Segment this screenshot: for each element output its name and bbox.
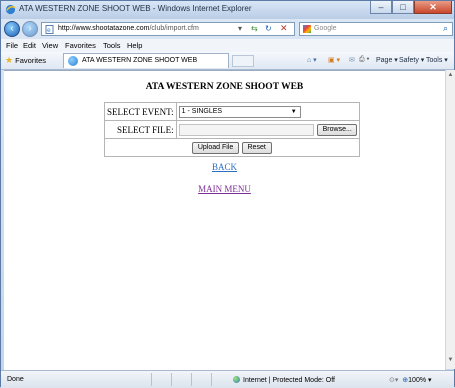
window-controls: – □ ✕ <box>370 1 452 15</box>
select-file-label: SELECT FILE: <box>104 120 177 139</box>
event-cell: 1 - SINGLES ▼ <box>175 102 360 121</box>
scroll-down-icon[interactable]: ▼ <box>446 357 455 367</box>
tab-title: ATA WESTERN ZONE SHOOT WEB <box>82 57 198 64</box>
new-tab-button[interactable] <box>232 55 254 67</box>
tab-active[interactable]: ATA WESTERN ZONE SHOOT WEB <box>63 53 229 68</box>
file-path-input[interactable] <box>178 123 314 136</box>
favorites-bar: ★ Favorites ATA WESTERN ZONE SHOOT WEB ⌂… <box>1 52 454 70</box>
zoom-control[interactable]: ⊙▾ ⊕100% ▾ <box>389 376 432 384</box>
feeds-icon[interactable]: ▣ ▾ <box>328 56 340 64</box>
favorites-button[interactable]: ★ Favorites <box>5 55 46 66</box>
google-icon <box>303 25 311 33</box>
dropdown-icon[interactable]: ▾ <box>238 24 242 33</box>
security-zone[interactable]: Internet | Protected Mode: Off <box>233 376 335 384</box>
tools-menu[interactable]: Tools ▾ <box>426 56 448 64</box>
menu-file[interactable]: File <box>6 41 18 50</box>
buttons-cell: Upload File Reset <box>104 138 360 157</box>
page-menu[interactable]: Page ▾ <box>376 56 398 64</box>
address-host: http://www.shootatazone.com <box>58 25 150 32</box>
address-bar[interactable]: e http://www.shootatazone.com/club/impor… <box>41 22 295 36</box>
status-text: Done <box>7 376 24 383</box>
event-row: SELECT EVENT: 1 - SINGLES ▼ <box>104 102 360 121</box>
menu-edit[interactable]: Edit <box>23 41 36 50</box>
scroll-up-icon[interactable]: ▲ <box>446 72 455 82</box>
mail-icon[interactable]: ✉ <box>349 56 355 64</box>
window-title: ATA WESTERN ZONE SHOOT WEB - Windows Int… <box>19 4 252 13</box>
stop-icon[interactable]: ✕ <box>280 23 288 34</box>
status-separator <box>171 373 172 386</box>
menu-help[interactable]: Help <box>127 41 142 50</box>
chevron-down-icon: ▼ <box>290 108 297 115</box>
zoom-level: 100% <box>408 377 427 384</box>
upload-file-button[interactable]: Upload File <box>191 142 240 154</box>
globe-icon <box>233 376 240 383</box>
home-icon[interactable]: ⌂ ▾ <box>307 56 317 64</box>
svg-text:e: e <box>47 27 51 34</box>
safety-menu[interactable]: Safety ▾ <box>399 56 424 64</box>
file-picker: Browse... <box>178 123 357 136</box>
status-bar: Done Internet | Protected Mode: Off ⊙▾ ⊕… <box>1 370 454 388</box>
main-menu-link[interactable]: MAIN MENU <box>4 184 445 194</box>
event-select[interactable]: 1 - SINGLES ▼ <box>178 105 301 118</box>
file-cell: Browse... <box>175 120 360 139</box>
maximize-button[interactable]: □ <box>392 1 414 14</box>
search-placeholder: Google <box>314 25 337 32</box>
browse-button[interactable]: Browse... <box>316 123 357 136</box>
upload-form: SELECT EVENT: 1 - SINGLES ▼ SELECT FILE:… <box>104 102 360 157</box>
page-content: ATA WESTERN ZONE SHOOT WEB SELECT EVENT:… <box>4 70 445 370</box>
favorites-label: Favorites <box>15 56 47 65</box>
ie-icon <box>5 4 16 15</box>
status-separator <box>191 373 192 386</box>
reset-button[interactable]: Reset <box>241 142 272 154</box>
back-arrow-icon[interactable]: ‹ <box>4 21 20 37</box>
address-path: /club/import.cfm <box>149 25 199 32</box>
search-icon[interactable]: ⌕ <box>443 23 448 34</box>
compatibility-icon[interactable]: ⇆ <box>251 24 258 33</box>
browser-window: ATA WESTERN ZONE SHOOT WEB - Windows Int… <box>0 0 455 388</box>
search-box[interactable]: Google ⌕ <box>299 22 453 36</box>
page-icon: e <box>45 25 54 34</box>
refresh-icon[interactable]: ↻ <box>265 24 272 33</box>
menu-favorites[interactable]: Favorites <box>65 41 96 50</box>
address-text: http://www.shootatazone.com/club/import.… <box>58 25 199 32</box>
address-row: ‹ › e http://www.shootatazone.com/club/i… <box>1 20 454 38</box>
protected-mode-icon: ⊙▾ <box>389 377 399 384</box>
status-separator <box>151 373 152 386</box>
buttons-row: Upload File Reset <box>104 138 360 157</box>
back-link[interactable]: BACK <box>4 162 445 172</box>
status-separator <box>211 373 212 386</box>
title-bar[interactable]: ATA WESTERN ZONE SHOOT WEB - Windows Int… <box>1 1 454 19</box>
menu-view[interactable]: View <box>42 41 58 50</box>
select-event-label: SELECT EVENT: <box>104 102 177 121</box>
menu-bar: File Edit View Favorites Tools Help <box>1 39 454 53</box>
file-row: SELECT FILE: Browse... <box>104 120 360 139</box>
event-select-value: 1 - SINGLES <box>181 107 223 115</box>
star-icon: ★ <box>5 55 14 65</box>
page-heading: ATA WESTERN ZONE SHOOT WEB <box>145 82 304 92</box>
vertical-scrollbar[interactable]: ▲ ▼ <box>445 70 455 369</box>
menu-tools[interactable]: Tools <box>103 41 121 50</box>
forward-arrow-icon[interactable]: › <box>22 21 38 37</box>
zone-text: Internet | Protected Mode: Off <box>243 377 335 384</box>
close-button[interactable]: ✕ <box>414 1 452 14</box>
minimize-button[interactable]: – <box>370 1 392 14</box>
print-icon[interactable]: ⎙ ▾ <box>359 56 370 64</box>
tab-page-icon <box>68 56 78 66</box>
